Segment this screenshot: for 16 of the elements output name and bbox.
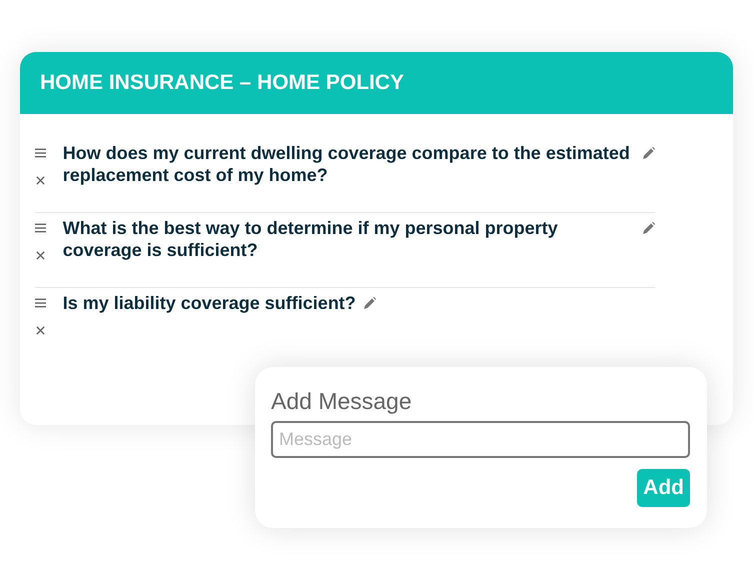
pencil-icon[interactable] xyxy=(643,222,655,234)
message-field[interactable]: Message xyxy=(271,421,690,458)
close-icon[interactable] xyxy=(36,326,45,335)
dialog-title: Add Message xyxy=(271,387,413,415)
close-icon[interactable] xyxy=(36,251,45,260)
drag-handle-icon[interactable] xyxy=(35,148,46,158)
close-icon[interactable] xyxy=(36,176,45,185)
add-button[interactable]: Add xyxy=(637,469,690,507)
question-text: Is my liability coverage sufficient? xyxy=(62,292,356,314)
question-text: What is the best way to determine if my personal property coverage is sufficient? xyxy=(62,217,559,261)
pencil-icon[interactable] xyxy=(364,297,376,309)
card-title: HOME INSURANCE – HOME POLICY xyxy=(40,71,404,95)
drag-handle-icon[interactable] xyxy=(35,298,46,308)
drag-handle-icon[interactable] xyxy=(35,223,46,233)
question-text: How does my current dwelling coverage compare to the estimated replacement cost of my home? xyxy=(62,142,631,186)
pencil-icon[interactable] xyxy=(643,147,655,159)
